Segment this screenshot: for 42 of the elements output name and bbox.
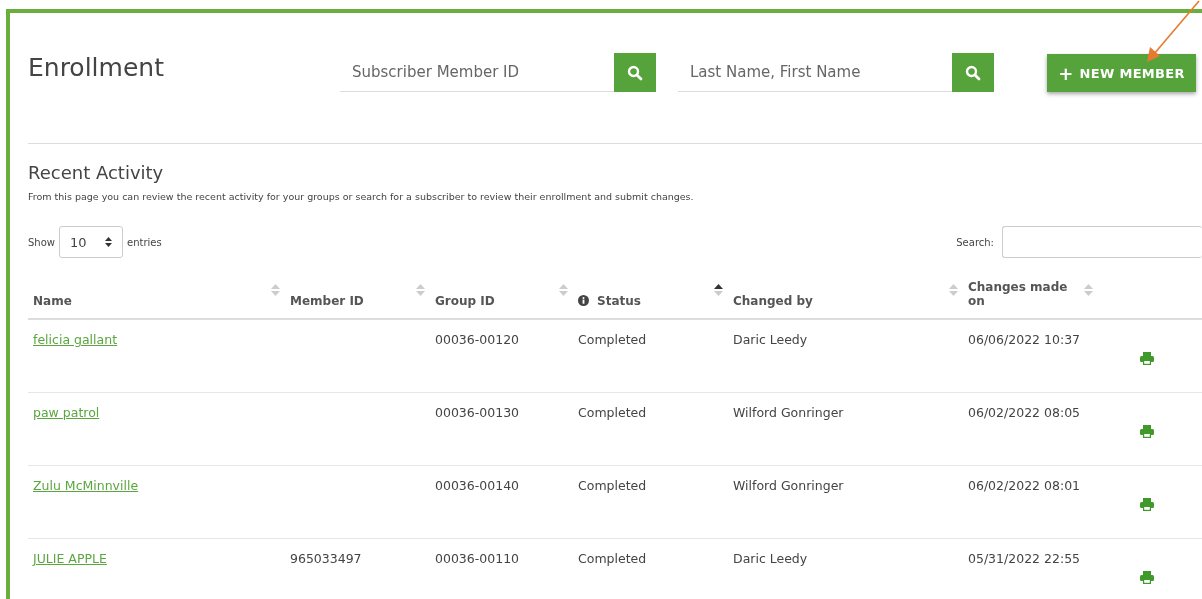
print-icon[interactable] bbox=[1140, 571, 1154, 584]
page-title: Enrollment bbox=[28, 53, 165, 82]
table-cell: Daric Leedy bbox=[733, 332, 808, 347]
column-header[interactable]: Name bbox=[28, 272, 285, 318]
column-header[interactable]: Group ID bbox=[430, 272, 573, 318]
section-title: Recent Activity bbox=[28, 162, 165, 183]
section-description: From this page you can review the recent activity for your groups or search for a subscriber to review their enrollment and submit changes. bbox=[28, 191, 695, 202]
info-icon bbox=[578, 295, 589, 306]
table-cell: Completed bbox=[578, 478, 647, 493]
table-cell: 00036-00140 bbox=[435, 478, 520, 493]
table-cell: 00036-00130 bbox=[435, 405, 520, 420]
column-header[interactable]: Changed by bbox=[728, 272, 963, 318]
table-cell: 06/02/2022 08:01 bbox=[968, 478, 1081, 493]
column-header[interactable]: Status bbox=[573, 272, 728, 318]
table-cell: 965033497 bbox=[290, 551, 362, 566]
print-icon[interactable] bbox=[1140, 425, 1154, 438]
search-button[interactable] bbox=[952, 53, 994, 92]
table-cell: Completed bbox=[578, 332, 647, 347]
search-icon bbox=[627, 64, 643, 81]
arrow-annotation bbox=[1144, 0, 1200, 64]
column-header[interactable]: Member ID bbox=[285, 272, 430, 318]
table-cell: Completed bbox=[578, 405, 647, 420]
column-header[interactable]: Changes made on bbox=[963, 272, 1098, 318]
table-cell: 00036-00110 bbox=[435, 551, 520, 566]
entries-label: entries bbox=[127, 236, 162, 248]
table-cell: 05/31/2022 22:55 bbox=[968, 551, 1081, 566]
table-search-field[interactable] bbox=[1002, 226, 1202, 258]
search-button[interactable] bbox=[614, 53, 656, 92]
sort-caret-icon bbox=[105, 237, 112, 247]
print-icon[interactable] bbox=[1140, 498, 1154, 511]
table-cell: Completed bbox=[578, 551, 647, 566]
table-cell: 00036-00120 bbox=[435, 332, 520, 347]
table-cell: Daric Leedy bbox=[733, 551, 808, 566]
print-icon[interactable] bbox=[1140, 352, 1154, 365]
table-cell: Wilford Gonringer bbox=[733, 478, 844, 493]
table-cell: Wilford Gonringer bbox=[733, 405, 844, 420]
search-label: Search: bbox=[956, 236, 994, 248]
show-label: Show bbox=[28, 236, 55, 248]
search-icon bbox=[965, 64, 981, 81]
table-cell: 06/02/2022 08:05 bbox=[968, 405, 1081, 420]
entries-select[interactable]: 10 bbox=[59, 226, 123, 258]
table-cell: 06/06/2022 10:37 bbox=[968, 332, 1081, 347]
